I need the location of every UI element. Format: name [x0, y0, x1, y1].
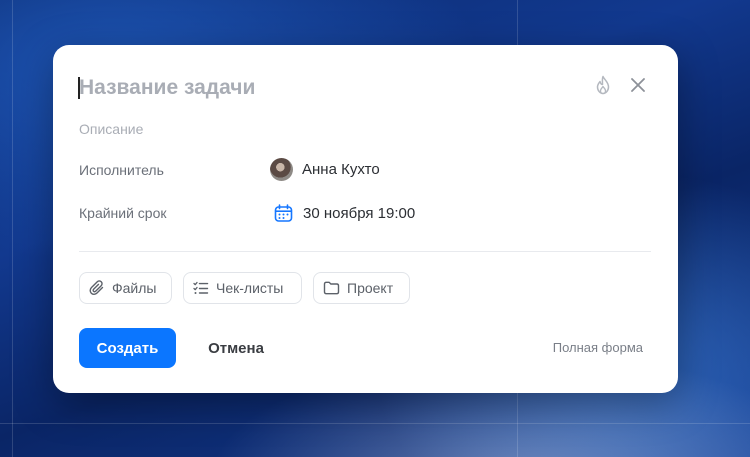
files-button[interactable]: Файлы	[79, 272, 172, 304]
background-line	[0, 423, 750, 424]
close-icon	[631, 78, 645, 92]
deadline-selector[interactable]: 30 ноября 19:00	[274, 200, 415, 226]
background-line	[12, 0, 13, 457]
quick-task-modal: Исполнитель Анна Кухто Крайний срок 30 н…	[53, 45, 678, 393]
deadline-label: Крайний срок	[79, 205, 167, 221]
priority-button[interactable]	[591, 73, 615, 97]
divider	[79, 251, 651, 252]
close-button[interactable]	[626, 73, 650, 97]
cancel-button[interactable]: Отмена	[196, 328, 276, 368]
assignee-selector[interactable]: Анна Кухто	[270, 156, 380, 182]
assignee-name: Анна Кухто	[302, 160, 380, 178]
checklists-label: Чек-листы	[216, 280, 284, 296]
paperclip-icon	[89, 280, 104, 295]
flame-icon	[596, 75, 610, 95]
deadline-value: 30 ноября 19:00	[303, 204, 416, 222]
avatar	[270, 157, 293, 181]
full-form-link[interactable]: Полная форма	[553, 340, 643, 355]
folder-icon	[323, 281, 340, 295]
checklists-button[interactable]: Чек-листы	[183, 272, 302, 304]
checklist-icon	[193, 281, 209, 294]
project-button[interactable]: Проект	[313, 272, 410, 304]
project-label: Проект	[347, 280, 394, 296]
task-title-input[interactable]	[79, 73, 569, 103]
files-label: Файлы	[112, 280, 157, 296]
task-description-input[interactable]	[79, 118, 579, 140]
create-button[interactable]: Создать	[79, 328, 176, 368]
assignee-label: Исполнитель	[79, 162, 164, 178]
calendar-icon	[274, 203, 293, 222]
text-caret	[78, 77, 80, 99]
